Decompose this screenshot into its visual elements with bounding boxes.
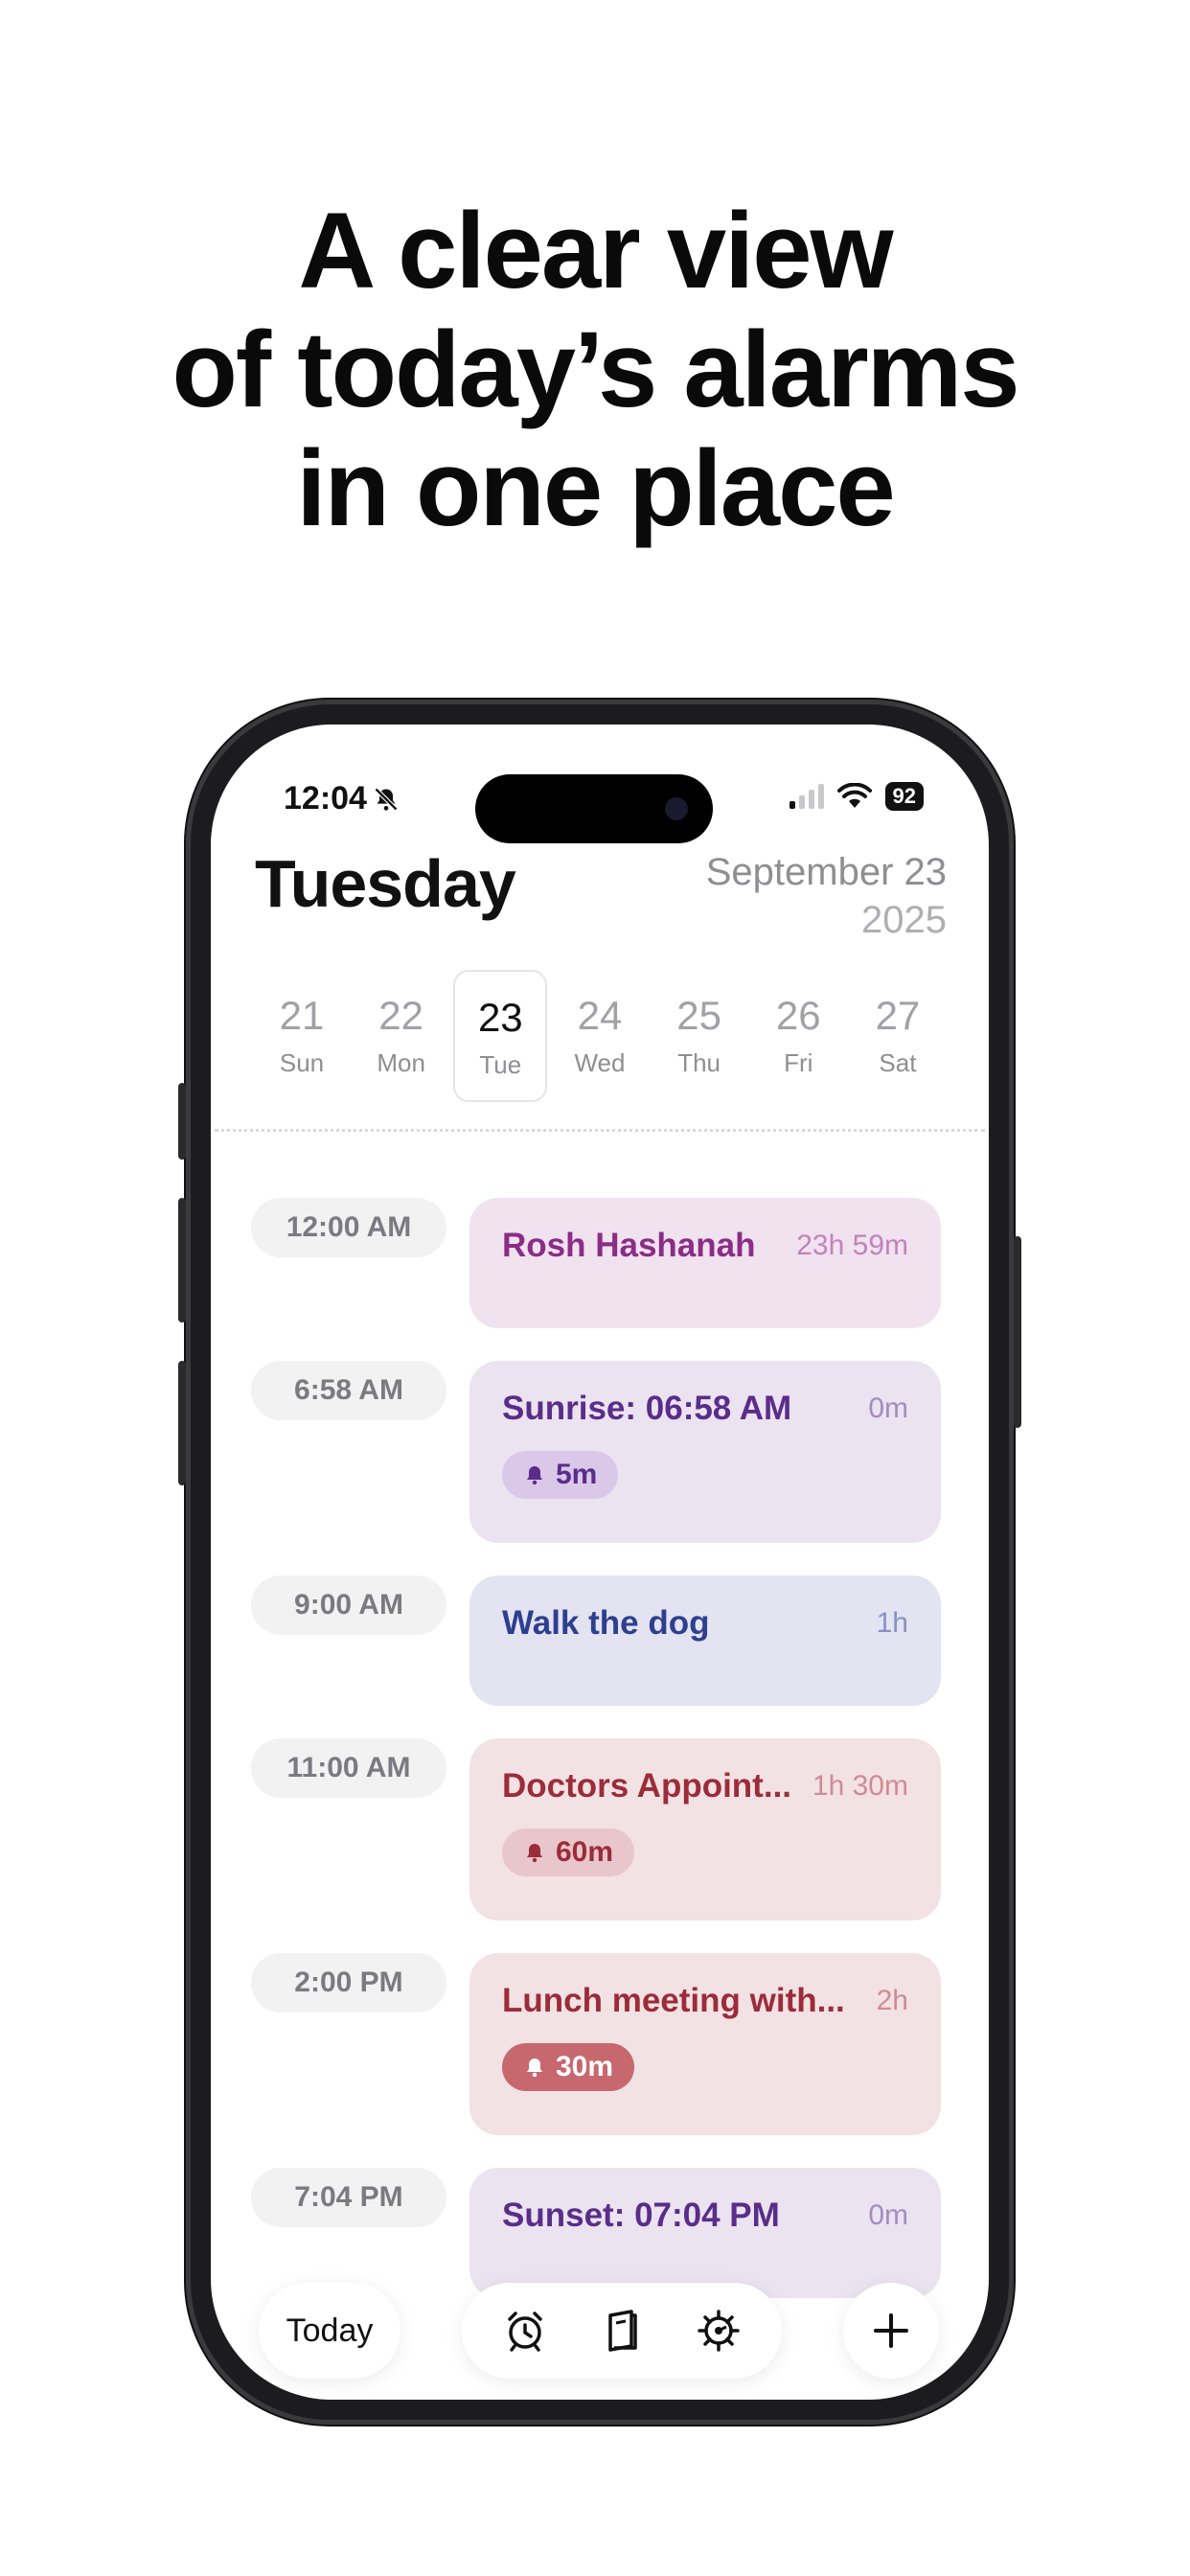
volume-up-button [178,1198,186,1322]
event-duration: 0m [868,1392,908,1424]
day-tue-selected[interactable]: 23 Tue [453,970,548,1102]
headline-line-1: A clear view [298,191,893,310]
day-label: Tue [479,1050,522,1079]
day-label: Wed [574,1048,626,1077]
alarm-clock-icon[interactable] [502,2308,548,2354]
event-card-walk-dog[interactable]: Walk the dog 1h [469,1576,941,1706]
event-card-sunrise[interactable]: Sunrise: 06:58 AM 0m 5m [469,1361,941,1543]
day-number: 21 [279,993,325,1038]
event-card-lunch-meeting[interactable]: Lunch meeting with... 2h 30m [469,1953,941,2135]
event-time-label: 7:04 PM [251,2168,446,2227]
event-time-label: 6:58 AM [251,1361,446,1420]
day-number: 26 [775,993,821,1038]
bell-icon [527,1466,542,1485]
day-number: 22 [378,993,424,1038]
day-wed[interactable]: 24 Wed [553,970,647,1102]
day-thu[interactable]: 25 Thu [652,970,746,1102]
status-time-text: 12:04 [284,780,367,816]
status-bar-right: 92 [789,782,924,811]
day-number: 24 [577,993,623,1038]
alert-badge-text: 60m [556,1836,614,1868]
headline: A clear view of today’s alarms in one pl… [0,192,1190,548]
bell-slash-icon [374,787,399,811]
dynamic-island [475,774,713,843]
alert-badge[interactable]: 60m [502,1828,635,1876]
alert-badge[interactable]: 5m [502,1451,619,1499]
date-year: 2025 [861,899,947,941]
wifi-icon [836,783,872,808]
event-duration: 0m [868,2199,908,2231]
phone-frame: 12:04 92 Tuesday September 23 2025 21 Su… [178,700,1021,2425]
week-strip: 21 Sun 22 Mon 23 Tue 24 Wed 25 Thu 26 Fri 27 Sa… [255,970,945,1102]
bottom-toolbar: Today [211,2277,989,2400]
event-title: Walk the dog [502,1604,710,1642]
toolbar-icon-group [462,2283,782,2379]
bell-icon [527,1844,542,1863]
event-duration: 1h 30m [812,1770,908,1802]
phone-screen: 12:04 92 Tuesday September 23 2025 21 Su… [211,724,989,2400]
alert-badge[interactable]: 30m [502,2043,635,2091]
event-duration: 1h [876,1607,908,1639]
volume-down-button [178,1361,186,1485]
day-label: Mon [377,1048,425,1077]
journal-icon[interactable] [599,2308,645,2354]
gear-icon[interactable] [696,2308,742,2354]
day-sat[interactable]: 27 Sat [851,970,945,1102]
power-button [1014,1236,1021,1428]
day-number: 23 [477,995,523,1040]
event-card-doctors-appointment[interactable]: Doctors Appoint... 1h 30m 60m [469,1738,941,1920]
event-time-label: 12:00 AM [251,1198,446,1257]
day-label: Fri [784,1048,813,1077]
event-time-label: 9:00 AM [251,1576,446,1635]
headline-line-3: in one place [296,428,895,548]
event-title: Doctors Appoint... [502,1767,792,1805]
cellular-signal-icon [789,784,824,809]
event-time-label: 2:00 PM [251,1953,446,2012]
status-bar-time: 12:04 [284,780,400,817]
plus-icon [874,2313,908,2348]
event-card-rosh-hashanah[interactable]: Rosh Hashanah 23h 59m [469,1198,941,1328]
divider [215,1129,985,1132]
event-duration: 23h 59m [796,1230,908,1261]
day-mon[interactable]: 22 Mon [355,970,448,1102]
camera-icon [665,797,688,820]
alert-badge-text: 5m [556,1459,598,1490]
event-title: Sunrise: 06:58 AM [502,1390,792,1427]
day-sun[interactable]: 21 Sun [255,970,349,1102]
alert-badge-text: 30m [556,2051,614,2082]
headline-line-2: of today’s alarms [172,310,1019,429]
day-number: 27 [875,993,921,1038]
page-title: Tuesday [255,846,516,921]
add-button[interactable] [843,2283,939,2379]
event-title: Sunset: 07:04 PM [502,2196,780,2234]
day-fri[interactable]: 26 Fri [751,970,845,1102]
date-month-day: September 23 [705,851,947,893]
event-title: Lunch meeting with... [502,1982,845,2019]
event-duration: 2h [876,1985,908,2016]
day-label: Sun [279,1048,325,1077]
event-time-label: 11:00 AM [251,1738,446,1798]
battery-indicator: 92 [884,782,924,811]
day-label: Sat [879,1048,917,1077]
day-label: Thu [677,1048,721,1077]
day-number: 25 [676,993,721,1038]
event-title: Rosh Hashanah [502,1227,756,1264]
action-button [178,1083,186,1160]
bell-icon [527,2058,542,2078]
today-button[interactable]: Today [259,2283,400,2379]
